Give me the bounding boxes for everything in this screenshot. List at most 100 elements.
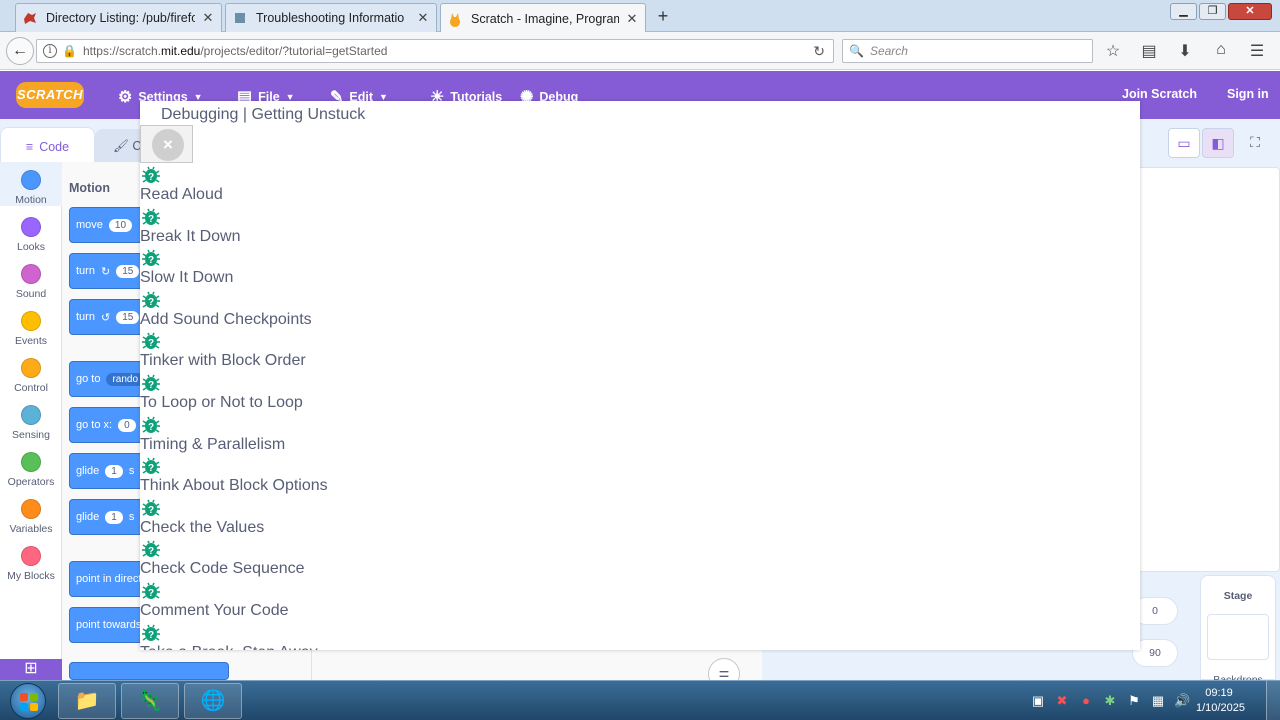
tab-directory-listing[interactable]: Directory Listing: /pub/firefo ✕	[15, 3, 222, 32]
tip-item[interactable]: ? Think About Block Options	[140, 456, 540, 498]
category-variables[interactable]: Variables	[0, 499, 62, 535]
stage-selector[interactable]: Stage Backdrops	[1200, 575, 1276, 686]
svg-text:?: ?	[148, 505, 154, 516]
download-arrow-icon[interactable]: ⬇	[1174, 41, 1196, 61]
svg-text:?: ?	[148, 630, 154, 641]
back-arrow-icon[interactable]: ←	[6, 37, 34, 65]
firefox-taskbar-icon[interactable]: 🌐	[184, 683, 242, 719]
tip-item[interactable]: ? Break It Down	[140, 207, 540, 249]
close-button[interactable]: ×	[140, 125, 193, 163]
code-blocks-icon: ≡	[25, 139, 34, 154]
bug-icon: ?	[142, 624, 160, 641]
reload-icon[interactable]: ↻	[813, 43, 825, 60]
category-dot	[21, 217, 41, 237]
block-categories: Motion Looks Sound Events Control Sensin…	[0, 162, 62, 680]
svg-text:?: ?	[148, 297, 154, 308]
tab-troubleshooting[interactable]: Troubleshooting Informatio ✕	[225, 3, 437, 32]
tip-item[interactable]: ? Timing & Parallelism	[140, 415, 540, 457]
svg-text:?: ?	[148, 588, 154, 599]
tab-close-icon[interactable]: ✕	[201, 10, 215, 26]
bug-icon: ?	[142, 374, 160, 391]
join-scratch-link[interactable]: Join Scratch	[1122, 87, 1197, 101]
category-dot	[21, 170, 41, 190]
tip-item[interactable]: ? Comment Your Code	[140, 581, 540, 623]
fullscreen-icon[interactable]: ⛶	[1239, 128, 1271, 158]
category-events[interactable]: Events	[0, 311, 62, 347]
category-sensing[interactable]: Sensing	[0, 405, 62, 441]
network-icon[interactable]: ▦	[1150, 693, 1166, 709]
url-text: https://scratch.mit.edu/projects/editor/…	[82, 44, 388, 58]
minimize-icon[interactable]: ▁	[1170, 3, 1197, 20]
tip-item[interactable]: ? Tinker with Block Order	[140, 331, 540, 373]
category-motion[interactable]: Motion	[0, 162, 62, 206]
tutorial-modal: Debugging | Getting Unstuck × ? Read Alou…	[140, 101, 1140, 650]
tip-item[interactable]: ? Read Aloud	[140, 165, 540, 207]
new-tab-icon[interactable]: +	[653, 6, 673, 27]
tip-item[interactable]: ? Check the Values	[140, 498, 540, 540]
category-dot	[21, 358, 41, 378]
svg-text:?: ?	[148, 463, 154, 474]
action-center-flag-icon[interactable]: ⚑	[1126, 693, 1142, 709]
url-bar[interactable]: i 🔒 https://scratch.mit.edu/projects/edi…	[36, 39, 834, 63]
tab-close-icon[interactable]: ✕	[625, 11, 639, 27]
info-icon[interactable]: i	[43, 44, 57, 58]
show-desktop-button[interactable]	[1266, 681, 1280, 720]
block-partial[interactable]	[69, 662, 229, 680]
tip-item[interactable]: ? Slow It Down	[140, 248, 540, 290]
green-app-icon[interactable]: ✱	[1102, 693, 1118, 709]
restore-icon[interactable]: ❐	[1199, 3, 1226, 20]
svg-text:?: ?	[148, 338, 154, 349]
security-x-icon[interactable]: ✖	[1054, 693, 1070, 709]
toolbar-icons: ☆ ▤ ⬇ ⌂ ☰	[1102, 41, 1268, 61]
red-app-icon[interactable]: ●	[1078, 693, 1094, 709]
lock-icon: 🔒	[62, 44, 77, 58]
bug-icon: ?	[142, 291, 160, 308]
gear-icon: ⚙	[118, 89, 133, 106]
category-looks[interactable]: Looks	[0, 217, 62, 253]
bug-icon: ?	[142, 499, 160, 516]
bug-icon: ?	[142, 166, 160, 183]
scratch-logo[interactable]: SCRATCH	[16, 82, 84, 108]
close-window-icon[interactable]: ✕	[1228, 3, 1272, 20]
system-clock[interactable]: 09:19 1/10/2025	[1196, 686, 1245, 716]
tab-code[interactable]: ≡ Code	[0, 127, 95, 165]
svg-text:?: ?	[148, 422, 154, 433]
volume-icon[interactable]: 🔊	[1174, 693, 1190, 709]
tip-item[interactable]: ? Add Sound Checkpoints	[140, 290, 540, 332]
bookmark-star-icon[interactable]: ☆	[1102, 41, 1124, 61]
tip-item[interactable]: ?Take a Break, Step Away	[140, 623, 540, 650]
bug-icon: ?	[142, 208, 160, 225]
small-stage-icon[interactable]: ▭	[1168, 128, 1200, 158]
network-app-icon[interactable]: ▣	[1030, 693, 1046, 709]
bug-icon: ?	[142, 333, 160, 350]
tab-scratch[interactable]: Scratch - Imagine, Program ✕	[440, 3, 646, 33]
close-icon: ×	[152, 129, 184, 161]
add-extension-icon[interactable]: ⊞	[0, 659, 62, 680]
windows-taskbar: 📁 🦎 🌐 ▣ ✖ ● ✱ ⚑ ▦ 🔊 09:19 1/10/2025	[0, 680, 1280, 720]
category-dot	[21, 499, 41, 519]
tab-close-icon[interactable]: ✕	[416, 10, 430, 26]
explorer-taskbar-icon[interactable]: 📁	[58, 683, 116, 719]
menu-hamburger-icon[interactable]: ☰	[1246, 41, 1268, 61]
search-input[interactable]: 🔍 Search	[842, 39, 1093, 63]
reading-list-icon[interactable]: ▤	[1138, 41, 1160, 61]
system-tray: ▣ ✖ ● ✱ ⚑ ▦ 🔊	[1030, 693, 1190, 709]
tip-item[interactable]: ? To Loop or Not to Loop	[140, 373, 540, 415]
svg-text:?: ?	[148, 255, 154, 266]
start-button[interactable]	[10, 683, 46, 719]
dino-taskbar-icon[interactable]: 🦎	[121, 683, 179, 719]
normal-stage-icon[interactable]: ◧	[1202, 128, 1234, 158]
home-icon[interactable]: ⌂	[1210, 41, 1232, 61]
windows-logo-icon	[20, 693, 38, 711]
svg-text:?: ?	[148, 380, 154, 391]
category-control[interactable]: Control	[0, 358, 62, 394]
bug-icon: ?	[142, 457, 160, 475]
sign-in-link[interactable]: Sign in	[1227, 87, 1269, 101]
rotate-left-icon: ↺	[100, 311, 111, 324]
navigation-bar: ← i 🔒 https://scratch.mit.edu/projects/e…	[0, 32, 1280, 70]
category-dot	[21, 452, 41, 472]
category-operators[interactable]: Operators	[0, 452, 62, 488]
tip-item[interactable]: ? Check Code Sequence	[140, 539, 540, 581]
category-my-blocks[interactable]: My Blocks	[0, 546, 62, 582]
category-sound[interactable]: Sound	[0, 264, 62, 300]
